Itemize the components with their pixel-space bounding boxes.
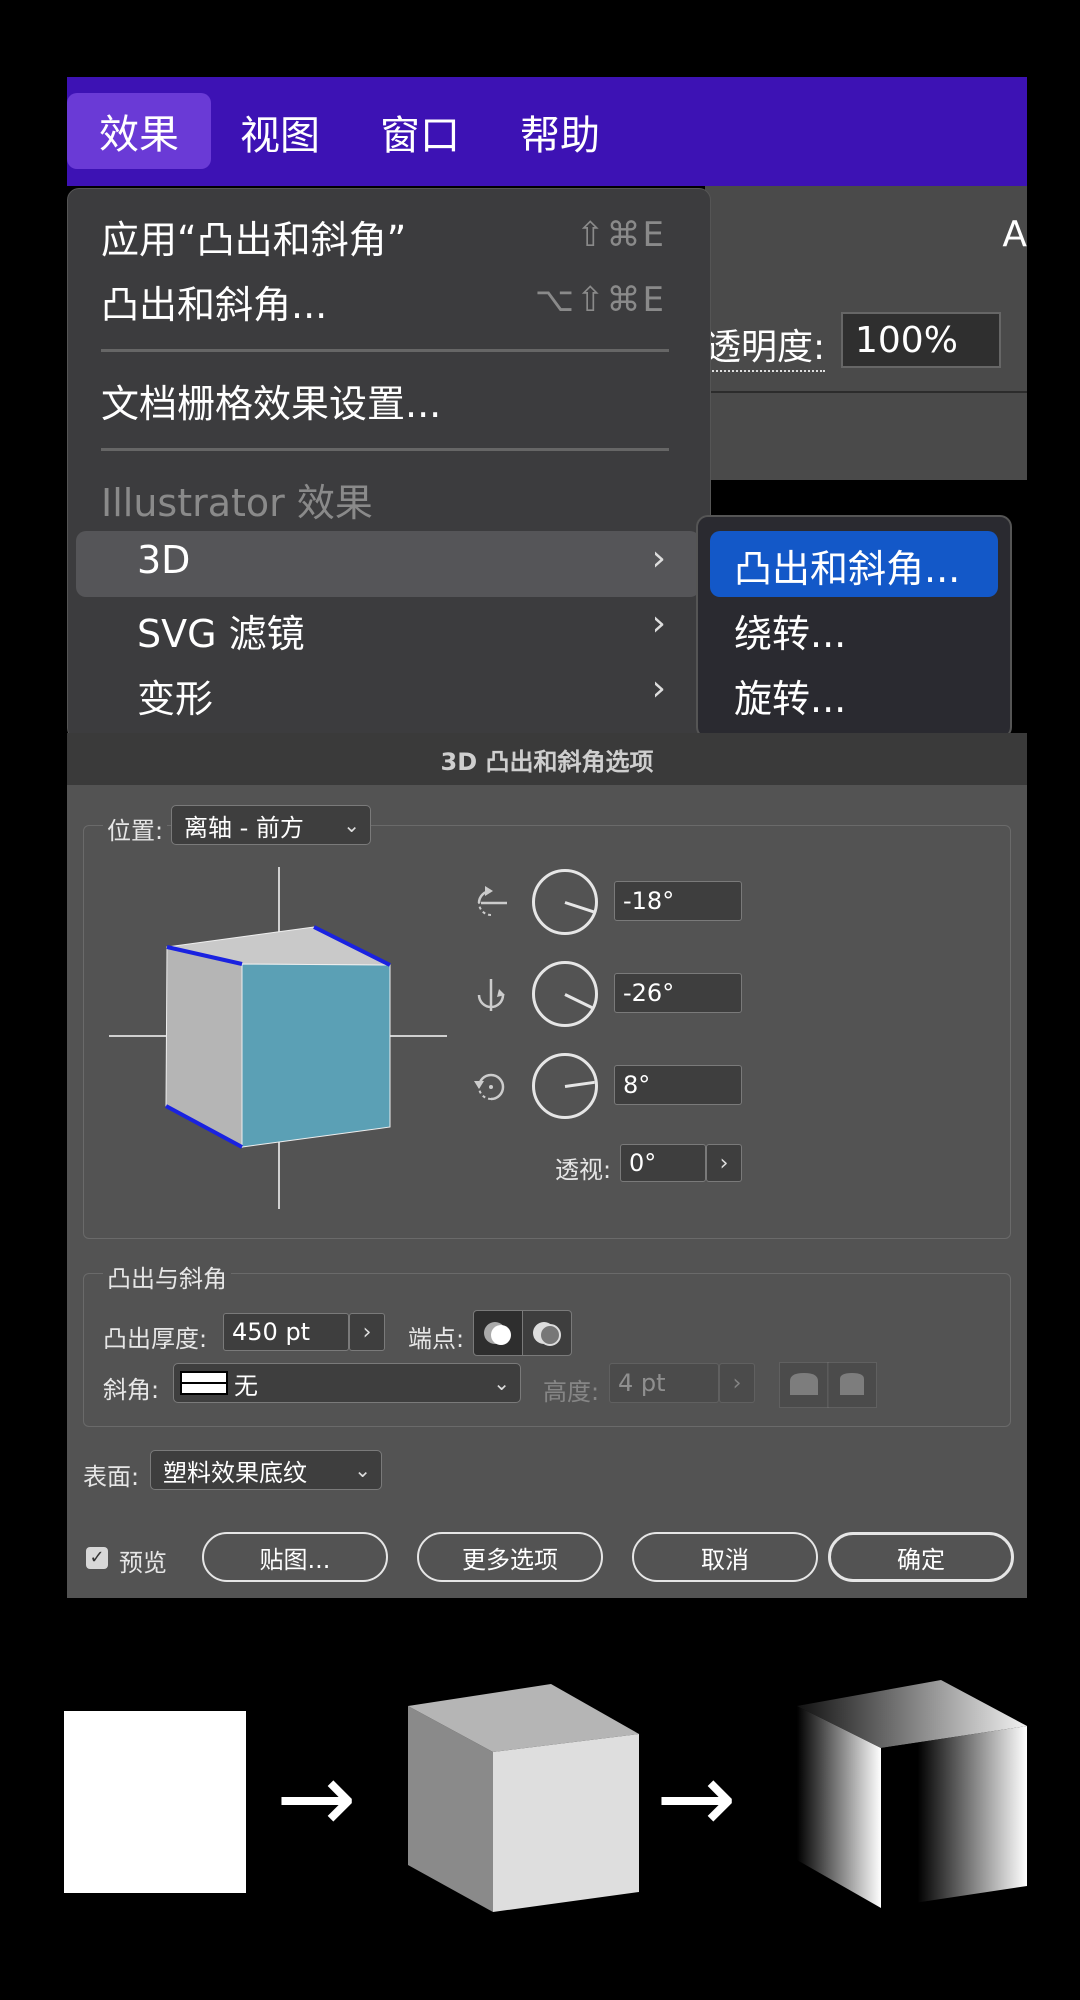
menu-bar: 效果 视图 窗口 帮助 <box>67 77 1027 186</box>
extrude-bevel-dialog: 3D 凸出和斜角选项 位置: 离轴 - 前方 ⌄ -18° -26° 8° 透视… <box>67 733 1027 1598</box>
submenu-revolve[interactable]: 绕转... <box>734 603 846 658</box>
flat-square-shape <box>64 1711 246 1893</box>
cancel-button[interactable]: 取消 <box>632 1532 818 1582</box>
height-label: 高度: <box>543 1378 600 1406</box>
submenu-extrude-bevel[interactable]: 凸出和斜角... <box>734 538 960 593</box>
chevron-right-icon: › <box>651 538 666 579</box>
gray-cube-front-face <box>493 1734 639 1912</box>
position-label: 位置: <box>103 811 168 846</box>
opacity-input[interactable]: 100% <box>841 312 1001 368</box>
bevel-swatch <box>180 1371 228 1395</box>
chevron-right-icon: › <box>651 603 666 644</box>
illustrator-effects-header: Illustrator 效果 <box>101 481 373 525</box>
chevron-down-icon: ⌄ <box>354 1458 371 1482</box>
cube-front-face <box>241 963 391 1148</box>
submenu-rotate[interactable]: 旋转... <box>734 668 846 723</box>
menu-separator <box>101 448 669 451</box>
menu-separator <box>101 349 669 352</box>
rotate-y-axis-icon <box>477 979 505 1011</box>
surface-select[interactable]: 塑料效果底纹 ⌄ <box>150 1450 382 1490</box>
extrude-depth-input[interactable]: 450 pt <box>223 1313 349 1351</box>
panel-divider <box>705 391 1027 393</box>
rotation-y-input[interactable]: -26° <box>614 973 742 1013</box>
chevron-down-icon: ⌄ <box>343 813 360 837</box>
apply-last-effect-shortcut: ⇧⌘E <box>576 215 666 255</box>
rotate-z-axis-icon <box>474 1073 505 1101</box>
shaded-gradient-cube <box>797 1680 1027 1908</box>
cap-on-icon <box>484 1322 511 1345</box>
menu-window[interactable]: 窗口 <box>380 77 460 186</box>
rotate-x-axis-icon <box>477 886 507 916</box>
extrude-depth-label: 凸出厚度: <box>103 1325 208 1353</box>
rotation-z-input[interactable]: 8° <box>614 1065 742 1105</box>
surface-label: 表面: <box>83 1463 140 1491</box>
perspective-label: 透视: <box>555 1156 612 1184</box>
gradient-cube-front-face <box>881 1726 1027 1908</box>
more-options-button[interactable]: 更多选项 <box>417 1532 603 1582</box>
extruded-gray-cube <box>408 1684 639 1912</box>
arrow-right-icon: → <box>276 1742 357 1854</box>
opacity-label[interactable]: 透明度: <box>705 318 826 372</box>
extrude-depth-slider-button[interactable]: › <box>349 1313 385 1351</box>
cube-left-face <box>165 946 243 1148</box>
last-effect-shortcut: ⌥⇧⌘E <box>534 280 666 320</box>
menu-item-warp[interactable]: 变形 <box>137 668 213 723</box>
bevel-label: 斜角: <box>103 1376 160 1404</box>
rotation-x-input[interactable]: -18° <box>614 881 742 921</box>
cap-label: 端点: <box>408 1325 465 1353</box>
arrow-right-icon: → <box>656 1742 737 1854</box>
height-slider-button[interactable]: › <box>719 1363 755 1403</box>
rotation-x-dial[interactable] <box>532 869 598 935</box>
cap-off-button[interactable] <box>522 1310 572 1356</box>
menu-item-3d[interactable]: 3D <box>137 538 190 582</box>
dialog-title: 3D 凸出和斜角选项 <box>67 733 1027 785</box>
3d-submenu: 凸出和斜角... 绕转... 旋转... <box>696 515 1012 739</box>
bevel-in-icon <box>840 1373 864 1395</box>
panel-tab-partial[interactable]: A <box>1002 214 1027 255</box>
surface-select-value: 塑料效果底纹 <box>163 1458 307 1487</box>
apply-last-effect-item[interactable]: 应用“凸出和斜角” <box>101 209 406 264</box>
menu-help[interactable]: 帮助 <box>520 77 600 186</box>
height-input[interactable]: 4 pt <box>609 1363 719 1403</box>
bevel-out-button[interactable] <box>779 1362 829 1408</box>
cap-on-button[interactable] <box>473 1310 523 1356</box>
ok-button[interactable]: 确定 <box>828 1532 1014 1582</box>
last-effect-item[interactable]: 凸出和斜角... <box>101 274 327 329</box>
rotation-y-dial[interactable] <box>532 961 598 1027</box>
preview-checkbox[interactable]: ✓ <box>86 1547 108 1569</box>
bevel-out-icon <box>790 1373 818 1395</box>
cube-preview[interactable] <box>107 863 447 1213</box>
effect-menu: 应用“凸出和斜角” ⇧⌘E 凸出和斜角... ⌥⇧⌘E 文档栅格效果设置... … <box>67 188 711 740</box>
preview-label[interactable]: 预览 <box>119 1543 167 1578</box>
chevron-down-icon: ⌄ <box>493 1371 510 1395</box>
raster-settings-item[interactable]: 文档栅格效果设置... <box>101 373 441 428</box>
bevel-select[interactable]: 无 ⌄ <box>173 1363 521 1403</box>
menu-effects[interactable]: 效果 <box>67 93 211 169</box>
bevel-select-value: 无 <box>234 1371 258 1400</box>
chevron-right-icon: › <box>651 668 666 709</box>
perspective-slider-button[interactable]: › <box>706 1144 742 1182</box>
position-select-value: 离轴 - 前方 <box>184 813 304 842</box>
extrude-bevel-group-title: 凸出与斜角 <box>103 1259 231 1294</box>
perspective-input[interactable]: 0° <box>620 1144 706 1182</box>
bevel-in-button[interactable] <box>827 1362 877 1408</box>
map-art-button[interactable]: 贴图... <box>202 1532 388 1582</box>
appearance-panel: A 透明度: 100% <box>705 186 1027 480</box>
menu-view[interactable]: 视图 <box>240 77 320 186</box>
cap-off-icon <box>533 1322 561 1346</box>
position-select[interactable]: 离轴 - 前方 ⌄ <box>171 805 371 845</box>
rotation-z-dial[interactable] <box>532 1053 598 1119</box>
menu-item-svg-filters[interactable]: SVG 滤镜 <box>137 603 305 658</box>
